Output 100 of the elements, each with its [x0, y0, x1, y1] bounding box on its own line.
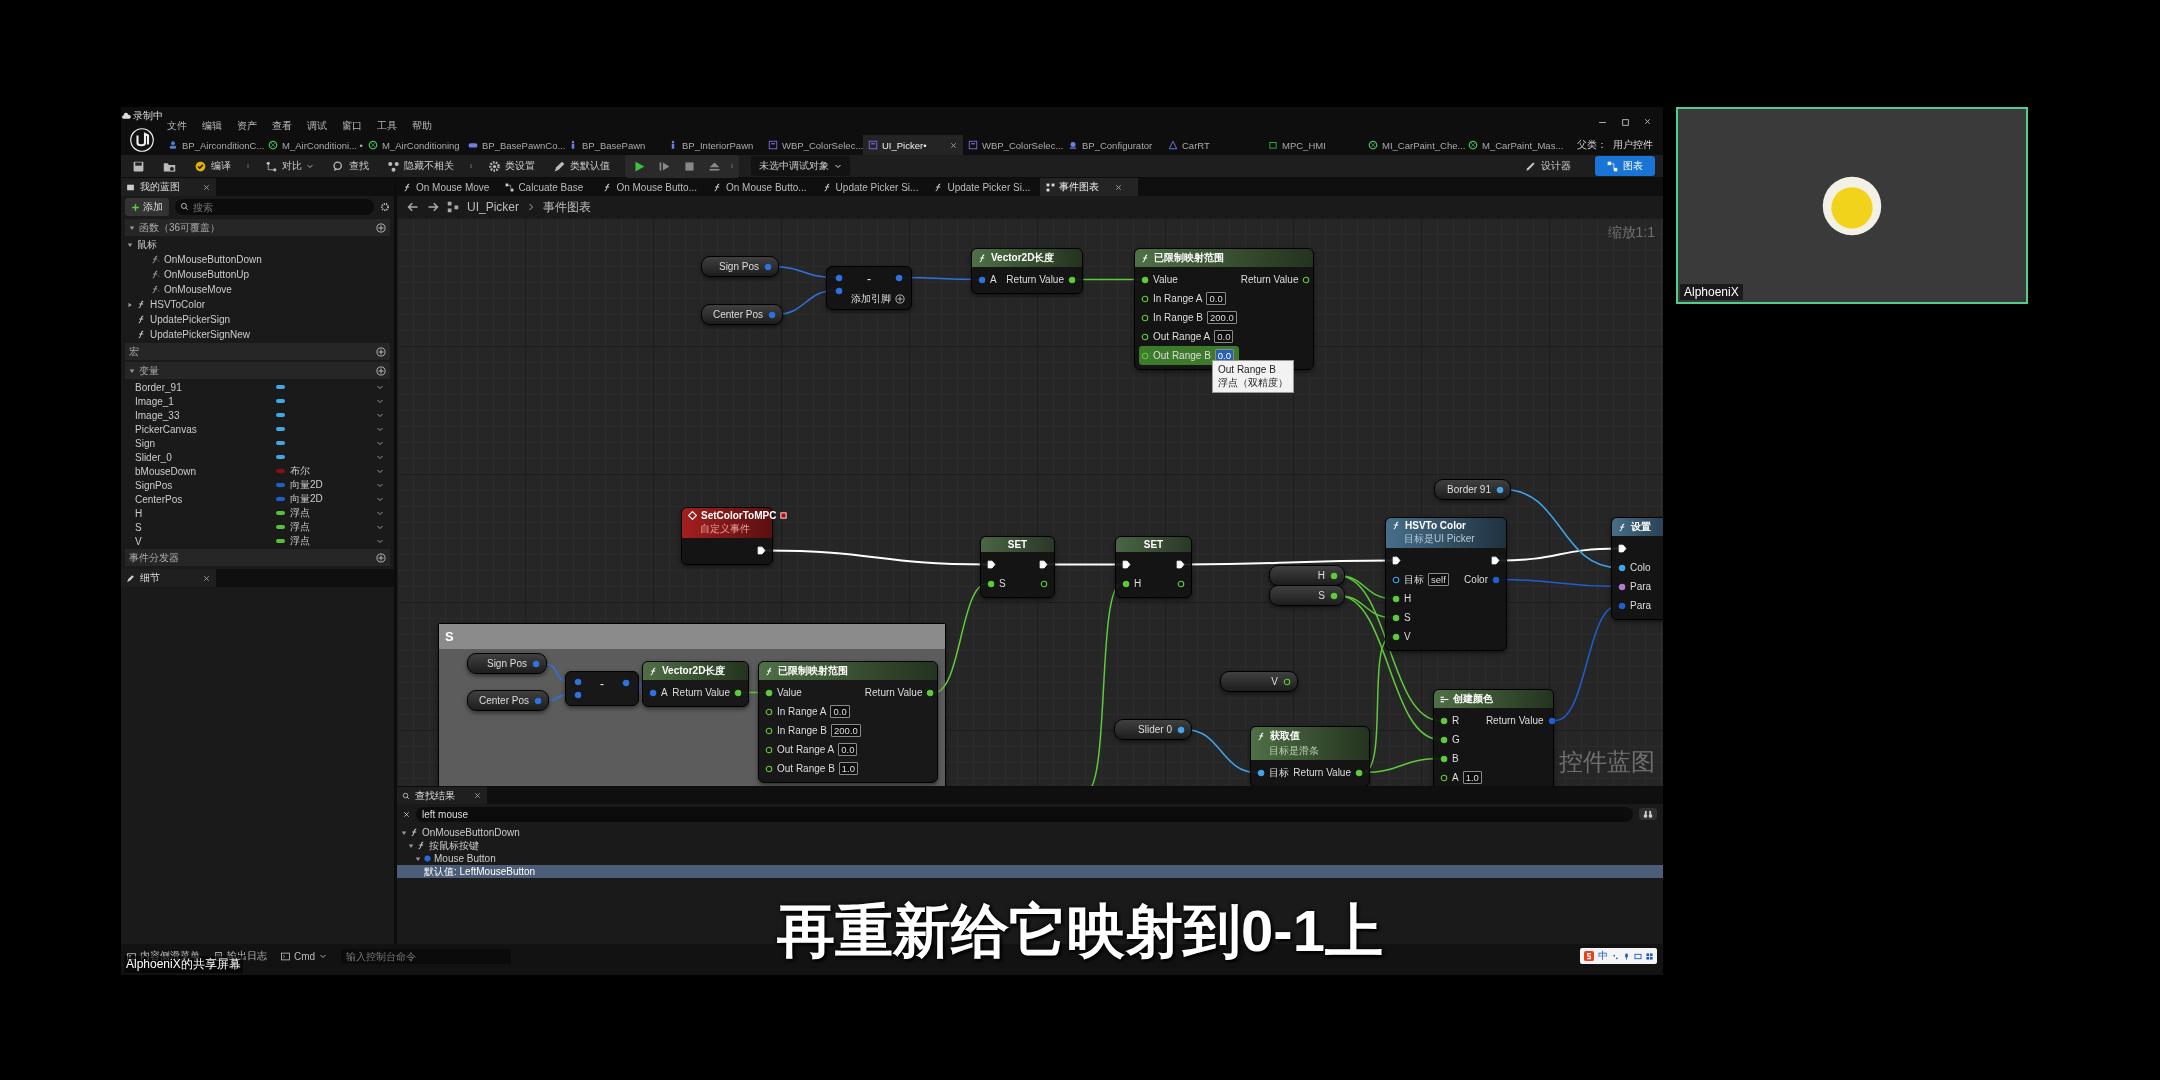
add-icon[interactable] — [376, 552, 386, 563]
variable-node[interactable]: H — [1269, 565, 1345, 586]
pin-value-field[interactable]: 0.0 — [1206, 292, 1226, 305]
function-item[interactable]: OnMouseButtonDown — [121, 252, 394, 267]
document-tab[interactable]: MPC_HMI — [1263, 135, 1363, 155]
document-tab[interactable]: BP_AirconditionC... — [163, 135, 263, 155]
pin-value-field[interactable]: 1.0 — [838, 762, 859, 775]
document-tab[interactable]: CarRT — [1163, 135, 1263, 155]
pin-row[interactable]: Out Range A 0.0 — [1139, 327, 1239, 346]
math-node[interactable]: - 添加引脚 — [826, 266, 912, 310]
close-icon[interactable] — [203, 183, 210, 191]
function-node[interactable]: HSVTo Color 目标是UI Picker 目标 self H S V Color — [1385, 517, 1507, 651]
variable-name[interactable]: SignPos — [135, 479, 276, 491]
document-tab[interactable]: M_AirConditioni... • — [263, 135, 363, 155]
panel-tab[interactable]: 我的蓝图 — [121, 178, 216, 196]
variable-name[interactable]: H — [135, 507, 276, 519]
variable-node[interactable]: Slider 0 — [1114, 719, 1192, 740]
search-field[interactable]: left mouse — [416, 806, 1633, 822]
panel-tab[interactable]: 细节 — [121, 569, 216, 587]
variable-name[interactable]: CenterPos — [135, 493, 276, 505]
variable-name[interactable]: S — [135, 521, 276, 533]
pin-value-field[interactable]: 0.0 — [830, 705, 850, 718]
menu-item[interactable]: 窗口 — [342, 119, 362, 133]
close-icon[interactable] — [203, 574, 210, 582]
forward-icon[interactable] — [427, 201, 439, 213]
function-node[interactable]: 已限制映射范围 Value In Range A 0.0 In Range B 200.0 Out Range A 0.0 Out Range B 1.0 Return Value — [758, 661, 938, 783]
pin-value-field[interactable]: 1.0 — [1462, 771, 1482, 784]
variable-name[interactable]: bMouseDown — [135, 465, 276, 477]
document-tab[interactable]: M_AirConditioning — [363, 135, 463, 155]
variable-name[interactable]: Image_1 — [135, 395, 276, 407]
function-node[interactable]: Vector2D长度 A Return Value — [971, 248, 1083, 294]
pin-row[interactable]: In Range A 0.0 — [1139, 289, 1239, 308]
breadcrumb-item[interactable]: UI_Picker — [467, 200, 519, 214]
function-item[interactable]: HSVToColor — [121, 297, 394, 312]
pin-row[interactable]: In Range B 200.0 — [1139, 308, 1239, 327]
function-node[interactable]: Vector2D长度 A Return Value — [642, 661, 749, 707]
console-mode-dropdown[interactable]: Cmd — [281, 950, 328, 962]
variable-name[interactable]: Image_33 — [135, 409, 276, 421]
variable-name[interactable]: Border_91 — [135, 381, 276, 393]
variable-node[interactable]: S — [1269, 585, 1345, 606]
graph-tab[interactable]: On Mouse Butto... — [707, 178, 817, 196]
toolbar-button[interactable]: 对比 — [262, 157, 317, 175]
make-node[interactable]: 创建颜色 R G B A 1.0 Return Value — [1433, 689, 1554, 786]
variable-node[interactable]: Center Pos — [701, 304, 783, 325]
pin-row[interactable]: Out Range B 0.0 — [1139, 346, 1239, 365]
expanded-arrow-icon[interactable] — [129, 367, 135, 374]
result-row[interactable]: Mouse Button — [397, 852, 1663, 865]
toolbar-button[interactable]: 隐藏不相关 — [384, 157, 457, 175]
document-tab[interactable]: UI_Picker• — [863, 135, 963, 155]
variable-name[interactable]: PickerCanvas — [135, 423, 276, 435]
section-header[interactable]: 变量 — [125, 362, 390, 379]
close-icon[interactable] — [474, 792, 481, 799]
pin-value-field[interactable]: 200.0 — [1207, 311, 1237, 324]
graph-tab[interactable]: On Mouse Butto... — [597, 178, 707, 196]
variable-node[interactable]: Border 91 — [1434, 479, 1511, 500]
console-field[interactable]: 输入控制台命令 — [341, 948, 512, 964]
result-row[interactable]: OnMouseButtonDown — [397, 826, 1663, 839]
pin-value-field[interactable]: 0.0 — [1214, 330, 1234, 343]
section-header[interactable]: 事件分发器 — [125, 549, 390, 566]
pin-row[interactable]: Value — [1139, 270, 1239, 289]
add-icon[interactable] — [895, 294, 905, 304]
toolbar-button[interactable]: 编译 — [191, 157, 234, 175]
debug-object-dropdown[interactable]: 未选中调试对象 — [751, 156, 850, 176]
ime-toolbar[interactable]: 中 — [1580, 948, 1657, 964]
result-row[interactable]: 按鼠标按键 — [397, 839, 1663, 852]
set-node[interactable]: SET H — [1115, 536, 1192, 598]
input-mode-label[interactable]: 中 — [1598, 949, 1608, 963]
function-item[interactable]: OnMouseMove — [121, 282, 394, 297]
document-tab[interactable]: WBP_ColorSelec... — [963, 135, 1063, 155]
toolbar-button[interactable]: 查找 — [329, 157, 372, 175]
variable-name[interactable]: V — [135, 535, 276, 547]
mode-button[interactable]: 设计器 — [1513, 156, 1583, 176]
close-icon[interactable] — [1115, 183, 1123, 191]
expanded-arrow-icon[interactable] — [129, 224, 135, 231]
variable-name[interactable]: Slider_0 — [135, 451, 276, 463]
document-tab[interactable]: WBP_ColorSelec... — [763, 135, 863, 155]
graph-tab[interactable]: Update Picker Si... — [928, 178, 1041, 196]
variable-node[interactable]: Center Pos — [467, 690, 549, 711]
expanded-arrow-icon[interactable] — [401, 829, 407, 836]
menu-item[interactable]: 资产 — [237, 119, 257, 133]
close-icon[interactable] — [950, 141, 957, 149]
toolbar-button[interactable]: 类默认值 — [550, 157, 613, 175]
close-icon[interactable] — [403, 810, 410, 818]
function-item[interactable]: UpdatePickerSignNew — [121, 327, 394, 342]
add-icon[interactable] — [376, 365, 386, 376]
function-item[interactable]: OnMouseButtonUp — [121, 267, 394, 282]
graph-tab[interactable]: 事件图表 — [1040, 178, 1139, 196]
variable-node[interactable]: Sign Pos — [701, 256, 779, 277]
menu-item[interactable]: 调试 — [307, 119, 327, 133]
document-tab[interactable]: BP_BasePawnCo... — [463, 135, 563, 155]
graph-tab[interactable]: On Mouse Move — [397, 178, 500, 196]
breadcrumb-item[interactable]: 事件图表 — [543, 198, 591, 216]
search-field[interactable]: 搜索 — [175, 199, 374, 215]
add-pin-label[interactable]: 添加引脚 — [851, 292, 891, 306]
parent-class-value[interactable]: 用户控件 — [1613, 138, 1653, 152]
expanded-arrow-icon[interactable] — [127, 241, 133, 248]
section-header[interactable]: 宏 — [125, 343, 390, 360]
document-tab[interactable]: M_CarPaint_Mas... — [1463, 135, 1563, 155]
menu-item[interactable]: 编辑 — [202, 119, 222, 133]
expanded-arrow-icon[interactable] — [408, 842, 414, 849]
